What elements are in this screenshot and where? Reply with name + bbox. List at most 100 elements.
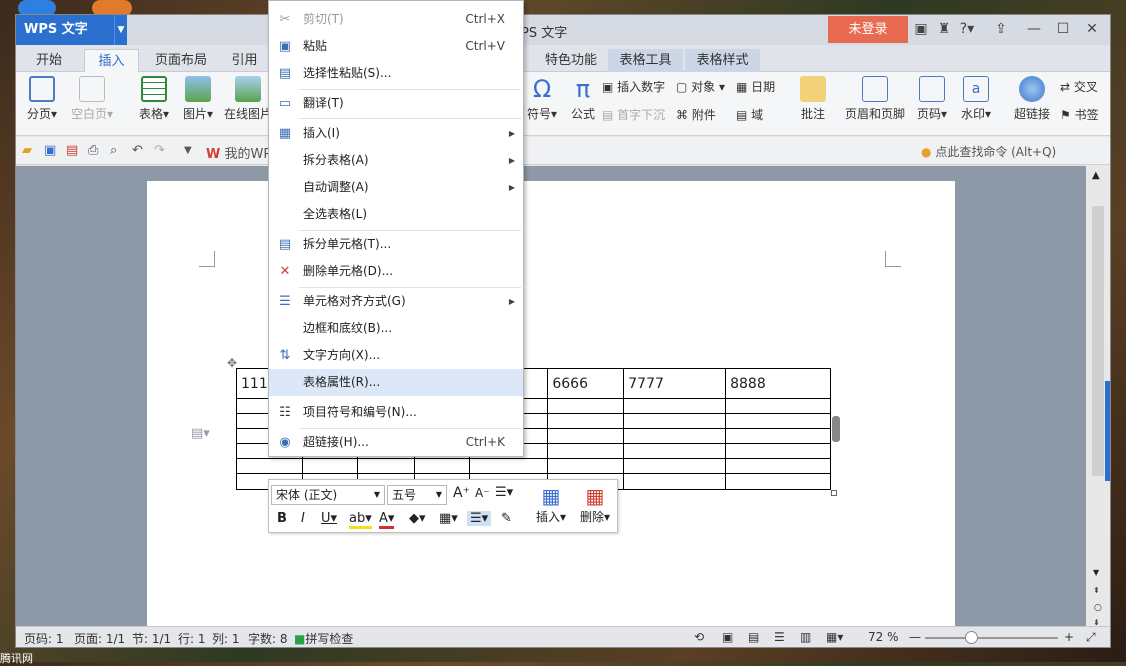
zoom-level[interactable]: 72 % — [868, 630, 899, 644]
online-picture-button[interactable]: 在线图片 — [222, 76, 274, 122]
tab-reference[interactable]: 引用 — [222, 49, 267, 72]
insert-number-button[interactable]: ▣ 插入数字 — [602, 77, 665, 97]
select-browse-icon[interactable]: ○ — [1094, 603, 1102, 613]
minimize-icon[interactable]: — — [1024, 21, 1044, 37]
preview-icon[interactable]: ⌕ — [110, 143, 117, 158]
menu-item-hyperlink[interactable]: ◉ 超链接(H)... Ctrl+K — [269, 429, 523, 456]
table-resize-handle[interactable] — [832, 416, 840, 442]
menu-item-border-shading[interactable]: 边框和底纹(B)... — [269, 315, 523, 342]
blank-page-button[interactable]: 空白页▾ — [68, 76, 116, 122]
help-icon[interactable]: ?▾ — [957, 21, 977, 37]
menu-item-split-table[interactable]: 拆分表格(A) ▶ — [269, 147, 523, 174]
pin-icon[interactable]: ⇪ — [991, 21, 1011, 37]
table-corner-handle[interactable] — [831, 490, 837, 496]
menu-item-cut[interactable]: ✂ 剪切(T) Ctrl+X — [269, 6, 523, 33]
shading-icon[interactable]: ◆▾ — [409, 511, 426, 526]
tab-table-tools[interactable]: 表格工具 — [608, 49, 683, 72]
print-icon[interactable]: ⎙ — [88, 143, 98, 158]
border-icon[interactable]: ▦▾ — [439, 511, 458, 526]
redo-icon[interactable]: ↷ — [154, 143, 165, 158]
grow-font-icon[interactable]: A⁺ — [453, 485, 470, 501]
font-size-select[interactable]: 五号 ▼ — [387, 485, 447, 505]
line-spacing-icon[interactable]: ☰▾ — [495, 485, 513, 500]
menu-item-bullets[interactable]: ☷ 项目符号和编号(N)... — [269, 399, 523, 426]
font-select[interactable]: 宋体 (正文) ▼ — [271, 485, 385, 505]
web-view-icon[interactable]: ▥ — [800, 630, 811, 644]
close-icon[interactable]: ✕ — [1082, 21, 1102, 37]
tab-features[interactable]: 特色功能 — [536, 49, 606, 72]
save-icon[interactable]: ▣ — [44, 143, 56, 158]
read-mode-icon[interactable]: ▦▾ — [826, 630, 843, 644]
zoom-slider-thumb[interactable] — [965, 631, 978, 644]
fullscreen-icon[interactable]: ▣ — [722, 630, 733, 644]
menu-item-paste-special[interactable]: ▤ 选择性粘贴(S)... — [269, 60, 523, 87]
italic-button[interactable]: I — [301, 511, 305, 526]
page-view-icon[interactable]: ▤ — [748, 630, 759, 644]
bookmark-button[interactable]: ⚑ 书签 — [1060, 105, 1099, 125]
header-footer-button[interactable]: 页眉和页脚 — [842, 76, 908, 122]
tab-insert[interactable]: 插入 — [84, 49, 139, 72]
bold-button[interactable]: B — [277, 511, 287, 526]
underline-button[interactable]: U▾ — [321, 511, 337, 526]
watermark-button[interactable]: a 水印▾ — [956, 76, 996, 122]
login-button[interactable]: 未登录 — [828, 16, 908, 43]
format-painter-icon[interactable]: ✎ — [501, 511, 512, 526]
fit-icon[interactable]: ⤢ — [1086, 630, 1096, 645]
symbol-button[interactable]: Ω 符号▾ — [524, 76, 560, 122]
spell-check[interactable]: ■拼写检查 — [294, 630, 353, 647]
search-command[interactable]: ● 点此查找命令 (Alt+Q) — [921, 143, 1056, 160]
page-number-button[interactable]: 页码▾ — [912, 76, 952, 122]
drop-cap-button[interactable]: ▤ 首字下沉 — [602, 105, 665, 125]
table-button[interactable]: 表格▾ — [134, 76, 174, 122]
tab-table-style[interactable]: 表格样式 — [685, 49, 760, 72]
shirt-icon[interactable]: ♜ — [934, 21, 954, 37]
formula-button[interactable]: π 公式 — [566, 76, 600, 122]
page-break-button[interactable]: 分页▾ — [22, 76, 62, 122]
attachment-button[interactable]: ⌘ 附件 — [676, 105, 716, 125]
backup-icon[interactable]: ⟲ — [694, 630, 704, 644]
menu-item-select-table[interactable]: 全选表格(L) — [269, 201, 523, 228]
tab-page-layout[interactable]: 页面布局 — [146, 49, 216, 72]
cross-ref-button[interactable]: ⇄ 交叉 — [1060, 77, 1098, 97]
zoom-out-icon[interactable]: — — [909, 630, 921, 644]
table-cell[interactable]: 6666 — [547, 368, 625, 399]
prev-page-icon[interactable]: ⇞ — [1093, 586, 1100, 595]
shrink-font-icon[interactable]: A⁻ — [475, 486, 490, 500]
menu-item-auto-fit[interactable]: 自动调整(A) ▶ — [269, 174, 523, 201]
menu-item-cell-align[interactable]: ☰ 单元格对齐方式(G) ▶ — [269, 288, 523, 315]
outline-view-icon[interactable]: ☰ — [774, 630, 785, 644]
object-button[interactable]: ▢ 对象 ▾ — [676, 77, 725, 97]
menu-item-translate[interactable]: ▭ 翻译(T) — [269, 90, 523, 117]
mini-insert-button[interactable]: ▦ 插入▾ — [531, 484, 571, 525]
highlight-icon[interactable]: ab▾ — [349, 511, 372, 529]
scroll-icon[interactable]: ▲ — [1092, 170, 1100, 181]
undo-icon[interactable]: ↶ — [132, 143, 143, 158]
open-icon[interactable]: ▰ — [22, 143, 32, 158]
field-button[interactable]: ▤ 域 — [736, 105, 763, 125]
zoom-slider[interactable] — [925, 637, 1058, 639]
menu-item-paste[interactable]: ▣ 粘贴 Ctrl+V — [269, 33, 523, 60]
menu-item-delete-cell[interactable]: ✕ 删除单元格(D)... — [269, 258, 523, 285]
font-color-icon[interactable]: A▾ — [379, 511, 395, 529]
mini-delete-button[interactable]: ▦ 删除▾ — [575, 484, 615, 525]
app-logo[interactable]: WPS 文字 — [16, 15, 126, 45]
align-icon[interactable]: ☰▾ — [467, 511, 492, 526]
vertical-scrollbar[interactable]: ▲ ▼ ⇞ ○ ⇟ — [1087, 166, 1110, 627]
table-cell[interactable]: 8888 — [725, 368, 831, 399]
table-cell[interactable]: 7777 — [623, 368, 727, 399]
hyperlink-button[interactable]: 超链接 — [1012, 76, 1052, 122]
menu-item-text-direction[interactable]: ⇅ 文字方向(X)... — [269, 342, 523, 369]
zoom-in-icon[interactable]: + — [1064, 630, 1074, 644]
skin-icon[interactable]: ▣ — [911, 21, 931, 37]
picture-button[interactable]: 图片▾ — [178, 76, 218, 122]
menu-item-table-properties[interactable]: 表格属性(R)... — [269, 369, 523, 396]
pdf-icon[interactable]: ▤ — [66, 143, 78, 158]
scrollbar-thumb[interactable] — [1092, 206, 1104, 476]
comment-button[interactable]: 批注 — [796, 76, 830, 122]
scroll-down-icon[interactable]: ▼ — [1093, 568, 1099, 577]
date-button[interactable]: ▦ 日期 — [736, 77, 775, 97]
tab-start[interactable]: 开始 — [24, 49, 74, 72]
menu-item-split-cell[interactable]: ▤ 拆分单元格(T)... — [269, 231, 523, 258]
maximize-icon[interactable]: ☐ — [1053, 21, 1073, 37]
paragraph-icon[interactable]: ▤▾ — [191, 426, 210, 441]
